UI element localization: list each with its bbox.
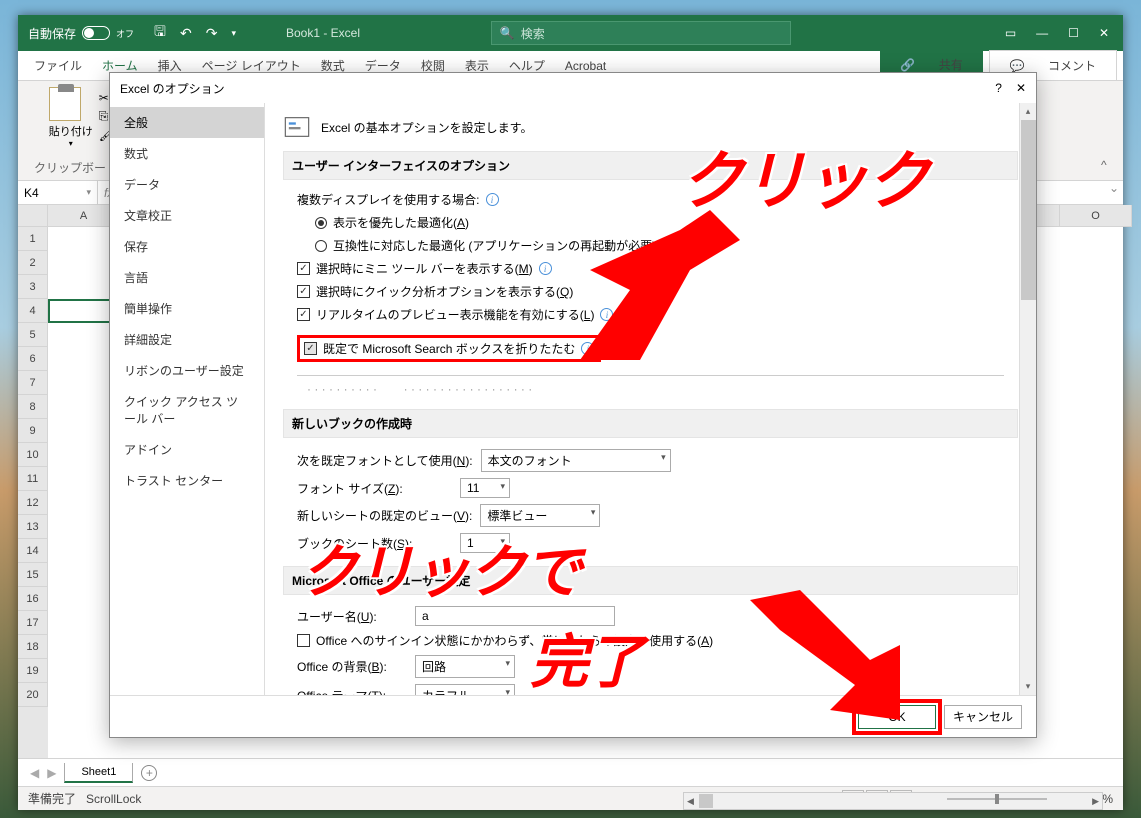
info-icon[interactable]: i (581, 342, 594, 355)
window-title: Book1 - Excel (246, 26, 491, 40)
zoom-slider[interactable] (947, 798, 1047, 800)
status-ready: 準備完了 (28, 792, 76, 806)
help-icon[interactable]: ? (995, 81, 1002, 95)
window-controls: ▭ — ☐ ✕ (991, 26, 1123, 40)
nav-general[interactable]: 全般 (110, 107, 264, 138)
nav-proofing[interactable]: 文章校正 (110, 200, 264, 231)
add-sheet-icon[interactable]: + (141, 765, 157, 781)
qat-dropdown-icon[interactable]: ▾ (231, 28, 236, 39)
font-size-combo[interactable]: 11 (460, 478, 510, 498)
sheet-prev-icon[interactable]: ◀ (30, 766, 39, 780)
sheet-tab[interactable]: Sheet1 (64, 763, 133, 783)
search-box[interactable]: 🔍 検索 (491, 21, 791, 45)
redo-icon[interactable]: ↷ (206, 25, 218, 42)
row-headers[interactable]: 1234567891011121314151617181920 (18, 227, 48, 758)
sheet-tab-bar: ◀ ▶ Sheet1 + ◀▶ (18, 758, 1123, 786)
info-icon[interactable]: i (539, 262, 552, 275)
dialog-scrollbar[interactable]: ▴▾ (1019, 103, 1036, 695)
multi-display-label: 複数ディスプレイを使用する場合:i (283, 188, 1018, 211)
nav-accessibility[interactable]: 簡単操作 (110, 293, 264, 324)
sheet-next-icon[interactable]: ▶ (47, 766, 56, 780)
save-icon[interactable]: 🖫 (154, 21, 166, 45)
group-office-user: Microsoft Office のユーザー設定 (283, 566, 1018, 595)
name-box[interactable]: K4▾ (18, 181, 98, 204)
nav-trust-center[interactable]: トラスト センター (110, 465, 264, 496)
nav-data[interactable]: データ (110, 169, 264, 200)
autosave-toggle[interactable]: 自動保存 オフ (18, 25, 144, 42)
dialog-intro: Excel の基本オプションを設定します。 (321, 119, 532, 136)
maximize-icon[interactable]: ☐ (1068, 26, 1079, 40)
default-view-combo[interactable]: 標準ビュー (480, 504, 600, 527)
select-all-corner[interactable] (18, 205, 48, 227)
check-live-preview[interactable]: リアルタイムのプレビュー表示機能を有効にする(L)i (283, 303, 1018, 326)
dialog-buttons: OK キャンセル (110, 695, 1036, 737)
nav-language[interactable]: 言語 (110, 262, 264, 293)
paste-icon[interactable] (49, 87, 81, 121)
dialog-titlebar: Excel のオプション ? ✕ (110, 73, 1036, 103)
expand-formula-icon[interactable]: ⌄ (1105, 181, 1123, 204)
tab-file[interactable]: ファイル (24, 51, 92, 80)
undo-icon[interactable]: ↶ (180, 25, 192, 42)
status-scrolllock: ScrollLock (86, 792, 141, 806)
nav-quick-access[interactable]: クイック アクセス ツール バー (110, 386, 264, 434)
quick-access-toolbar: 🖫 ↶ ↷ ▾ (144, 21, 246, 45)
dialog-nav: 全般 数式 データ 文章校正 保存 言語 簡単操作 詳細設定 リボンのユーザー設… (110, 103, 265, 695)
office-theme-combo[interactable]: カラフル (415, 684, 515, 695)
check-mini-toolbar[interactable]: 選択時にミニ ツール バーを表示する(M)i (283, 257, 1018, 280)
options-dialog: Excel のオプション ? ✕ 全般 数式 データ 文章校正 保存 言語 簡単… (109, 72, 1037, 738)
titlebar: 自動保存 オフ 🖫 ↶ ↷ ▾ Book1 - Excel 🔍 検索 ▭ — ☐… (18, 15, 1123, 51)
check-quick-analysis[interactable]: 選択時にクイック分析オプションを表示する(Q) (283, 280, 1018, 303)
nav-advanced[interactable]: 詳細設定 (110, 324, 264, 355)
ribbon-display-icon[interactable]: ▭ (1005, 26, 1016, 40)
sheets-count-spinner[interactable]: 1 (460, 533, 510, 553)
dialog-close-icon[interactable]: ✕ (1016, 81, 1026, 95)
search-icon: 🔍 (500, 26, 515, 40)
check-collapse-search-highlighted[interactable]: 既定で Microsoft Search ボックスを折りたたむ i (297, 335, 601, 362)
paste-label: 貼り付け (49, 123, 93, 139)
nav-customize-ribbon[interactable]: リボンのユーザー設定 (110, 355, 264, 386)
horizontal-scrollbar[interactable]: ◀▶ (683, 792, 1103, 810)
clipboard-group-label: クリップボード (34, 159, 118, 176)
cancel-button[interactable]: キャンセル (944, 705, 1022, 729)
radio-display-optimize[interactable]: 表示を優先した最適化(A) (283, 211, 1018, 234)
nav-addins[interactable]: アドイン (110, 434, 264, 465)
office-background-combo[interactable]: 回路 (415, 655, 515, 678)
close-icon[interactable]: ✕ (1099, 26, 1109, 40)
general-options-icon (283, 113, 311, 141)
nav-save[interactable]: 保存 (110, 231, 264, 262)
minimize-icon[interactable]: — (1036, 26, 1048, 40)
username-input[interactable] (415, 606, 615, 626)
check-always-use-settings[interactable]: Office へのサインイン状態にかかわらず、常にこれらの設定を使用する(A) (283, 629, 1018, 652)
dialog-content: Excel の基本オプションを設定します。 ユーザー インターフェイスのオプショ… (265, 103, 1036, 695)
default-font-combo[interactable]: 本文のフォント (481, 449, 671, 472)
nav-formulas[interactable]: 数式 (110, 138, 264, 169)
info-icon[interactable]: i (486, 193, 499, 206)
collapse-ribbon-icon[interactable]: ^ (1101, 158, 1115, 176)
radio-compat-optimize[interactable]: 互換性に対応した最適化 (アプリケーションの再起動が必要)(C) (283, 234, 1018, 257)
group-ui-options: ユーザー インターフェイスのオプション (283, 151, 1018, 180)
ok-button[interactable]: OK (858, 705, 936, 729)
info-icon[interactable]: i (600, 308, 613, 321)
dialog-title: Excel のオプション (120, 80, 225, 97)
group-new-workbook: 新しいブックの作成時 (283, 409, 1018, 438)
